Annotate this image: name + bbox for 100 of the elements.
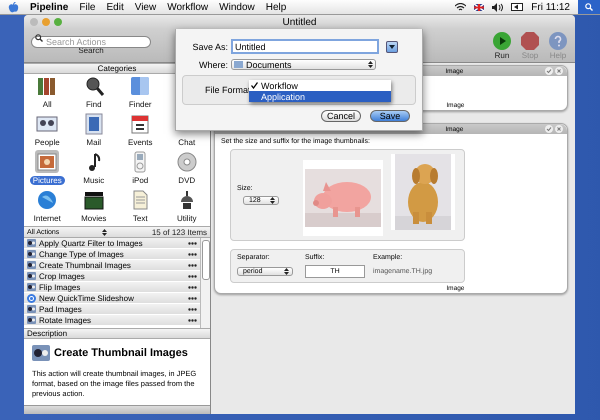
save-as-label: Save As: [191, 42, 228, 52]
play-icon [493, 32, 511, 50]
image-action-icon [32, 345, 50, 361]
check-icon[interactable] [545, 125, 553, 133]
category-item[interactable]: Music [80, 176, 108, 185]
menu-item[interactable]: File [79, 2, 96, 12]
image-action-icon [27, 305, 36, 313]
description-title: Create Thumbnail Images [54, 347, 188, 359]
menu-item[interactable]: View [134, 2, 156, 12]
category-item[interactable]: Chat [175, 138, 198, 147]
clock[interactable]: Fri 11:12 [531, 2, 570, 12]
more-icon [188, 242, 197, 244]
search-icon [35, 34, 43, 42]
image-action-icon [27, 261, 36, 269]
calendar-icon [129, 112, 152, 134]
scrollbar[interactable] [200, 238, 210, 328]
item-count: 15 of 123 Items [152, 228, 207, 236]
action-row[interactable]: Flip Images [24, 282, 200, 293]
search-field[interactable]: Search Actions [31, 36, 151, 48]
flag-icon[interactable] [474, 4, 484, 10]
quicktime-icon [27, 294, 36, 302]
category-item[interactable]: Find [82, 100, 105, 109]
stepper-arrows-icon [270, 197, 275, 204]
display-icon[interactable] [511, 3, 524, 11]
search-label: Search [78, 46, 104, 55]
more-icon [188, 308, 197, 310]
app-menu[interactable]: Pipeline [30, 2, 68, 12]
action-row[interactable]: Create Thumbnail Images [24, 260, 200, 271]
menu-item[interactable]: Workflow [249, 80, 391, 91]
check-icon [251, 82, 258, 88]
action-name: Pad Images [39, 304, 83, 314]
menu-item[interactable]: Window [219, 2, 255, 12]
image-action-icon [27, 272, 36, 280]
close-icon[interactable] [555, 67, 563, 75]
help-icon [549, 32, 567, 50]
stop-icon [521, 32, 539, 50]
more-icon [188, 264, 197, 266]
more-icon [188, 286, 197, 288]
more-icon [188, 296, 197, 300]
stamp-icon [82, 112, 105, 134]
category-item[interactable]: Internet [30, 214, 64, 223]
category-item[interactable]: Mail [83, 138, 104, 147]
where-popup[interactable]: Documents [231, 59, 376, 70]
action-row[interactable]: Pad Images [24, 304, 200, 315]
more-icon [188, 274, 197, 278]
folder-icon [234, 61, 243, 68]
menu-item[interactable]: Edit [106, 2, 124, 12]
category-item[interactable]: Movies [78, 214, 110, 223]
spotlight-button[interactable] [578, 0, 600, 14]
category-item[interactable]: Utility [174, 214, 200, 223]
split-square-icon [129, 74, 152, 96]
action-name: Apply Quartz Filter to Images [39, 238, 144, 248]
menu-item[interactable]: Application [249, 91, 391, 102]
expand-button[interactable] [386, 40, 398, 52]
action-name: Flip Images [39, 282, 82, 292]
sheet-button[interactable]: Save [370, 110, 410, 122]
image-action-icon [27, 250, 36, 258]
close-icon[interactable] [555, 125, 563, 133]
action-name: Crop Images [39, 272, 86, 280]
apple-icon[interactable] [8, 2, 19, 12]
category-item[interactable]: People [32, 138, 63, 147]
category-item[interactable]: Text [130, 214, 151, 223]
action-name: Change Type of Images [39, 250, 125, 258]
action-row[interactable]: Crop Images [24, 271, 200, 282]
more-icon [188, 318, 197, 322]
category-item[interactable]: Finder [126, 100, 155, 109]
action-row[interactable]: Rotate Images [24, 315, 200, 326]
disc-icon [176, 150, 198, 172]
category-item[interactable]: iPod [129, 176, 152, 185]
sheet-button[interactable]: Cancel [321, 110, 361, 122]
action-row[interactable]: Apply Quartz Filter to Images [24, 238, 200, 249]
globe-icon [36, 188, 58, 210]
pane-header: Description [24, 328, 210, 339]
action-name: Rotate Images [39, 316, 92, 324]
stepper-arrows-icon [368, 61, 373, 68]
menu-item[interactable]: Help [266, 2, 286, 12]
volume-icon[interactable] [492, 2, 504, 12]
category-item[interactable]: Pictures [30, 176, 65, 185]
window-title: Untitled [282, 16, 316, 28]
image-action-icon [27, 239, 36, 247]
action-row[interactable]: New QuickTime Slideshow [24, 293, 200, 304]
category-item[interactable]: All [40, 100, 55, 109]
stepper-arrows-icon [102, 228, 107, 236]
wifi-icon[interactable] [455, 2, 466, 12]
toolbar-button[interactable]: Run [491, 32, 513, 60]
category-item[interactable]: DVD [175, 176, 198, 185]
stepper-arrows-icon [284, 268, 289, 275]
action-name: Create Thumbnail Images [39, 260, 132, 270]
action-name: New QuickTime Slideshow [39, 294, 135, 302]
more-icon [188, 252, 197, 256]
save-as-field[interactable]: Untitled [231, 39, 379, 54]
category-item[interactable]: Events [125, 138, 156, 147]
search-icon [585, 3, 593, 11]
photo-icon [36, 150, 58, 172]
caret-icon [389, 44, 395, 48]
check-icon[interactable] [545, 67, 553, 75]
action-row[interactable]: Change Type of Images [24, 249, 200, 260]
image-action-icon [27, 316, 36, 324]
menu-item[interactable]: Workflow [167, 2, 208, 12]
image-action-icon [27, 283, 36, 291]
